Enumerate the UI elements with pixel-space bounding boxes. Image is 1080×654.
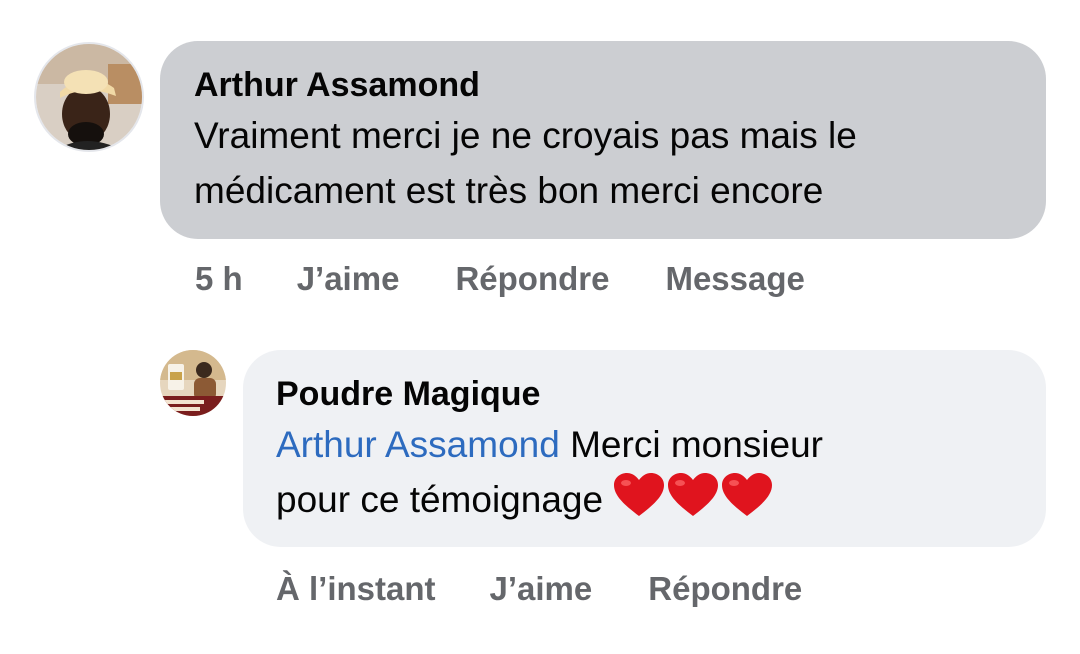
red-heart-icon — [667, 472, 719, 533]
page-logo-icon — [160, 350, 226, 416]
reply-text-fragment: Merci monsieur — [559, 424, 823, 465]
comment-text-line: Vraiment merci je ne croyais pas mais le — [194, 115, 857, 156]
reply-button[interactable]: Répondre — [455, 260, 609, 298]
comment-text-line: médicament est très bon merci encore — [194, 170, 824, 211]
comment-actions: 5 h J’aime Répondre Message — [195, 260, 805, 298]
reply-text-line: pour ce témoignage — [276, 472, 1013, 533]
like-button[interactable]: J’aime — [297, 260, 400, 298]
reply-text-line: Arthur Assamond Merci monsieur — [276, 417, 1013, 472]
reply-text: Arthur Assamond Merci monsieur pour ce t… — [276, 417, 1013, 533]
comment-author[interactable]: Arthur Assamond — [194, 65, 1012, 105]
message-button[interactable]: Message — [665, 260, 804, 298]
reply-actions: À l’instant J’aime Répondre — [276, 570, 802, 608]
like-button[interactable]: J’aime — [490, 570, 593, 608]
reply-text-fragment: pour ce témoignage — [276, 479, 614, 520]
mention-link[interactable]: Arthur Assamond — [276, 424, 560, 465]
comment-text: Vraiment merci je ne croyais pas mais le… — [194, 108, 1012, 218]
reply-button[interactable]: Répondre — [648, 570, 802, 608]
profile-photo-icon — [36, 44, 142, 150]
reply-author[interactable]: Poudre Magique — [276, 374, 1013, 414]
avatar-poudre-magique[interactable] — [160, 350, 226, 416]
comment-bubble: Arthur Assamond Vraiment merci je ne cro… — [160, 41, 1046, 239]
reply-timestamp[interactable]: À l’instant — [276, 570, 436, 608]
red-heart-icon — [721, 472, 773, 533]
avatar-arthur-assamond[interactable] — [34, 42, 144, 152]
comment-timestamp[interactable]: 5 h — [195, 260, 243, 298]
reply-bubble: Poudre Magique Arthur Assamond Merci mon… — [243, 350, 1046, 547]
red-heart-icon — [613, 472, 665, 533]
